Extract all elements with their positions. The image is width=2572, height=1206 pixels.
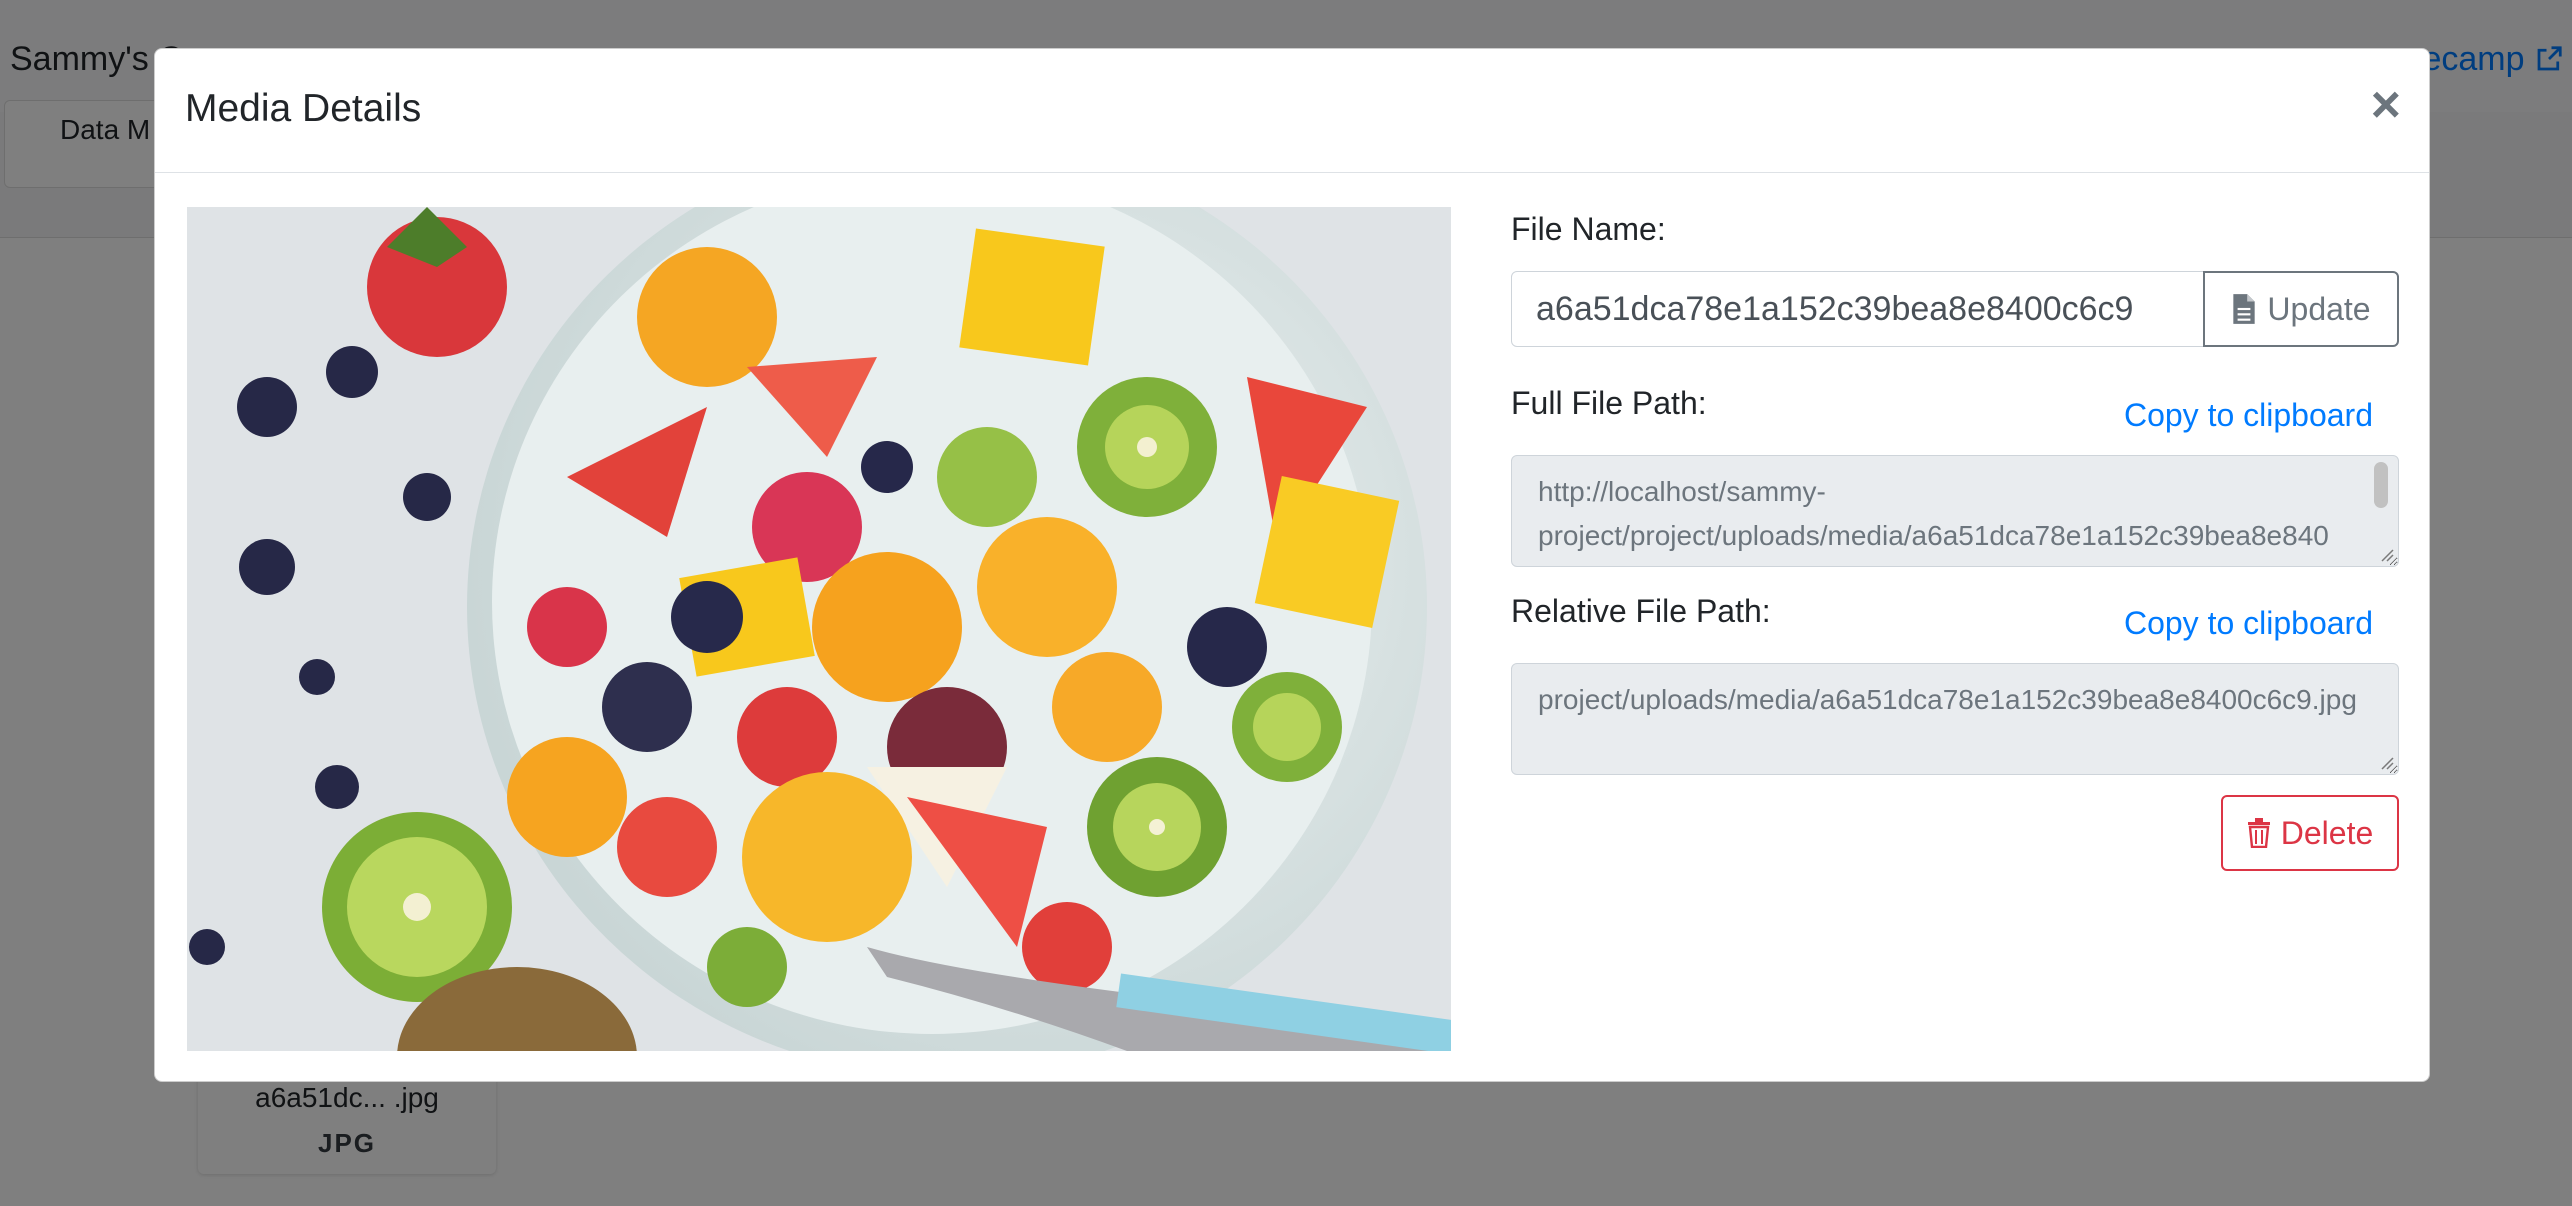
trash-icon <box>2247 818 2270 848</box>
delete-button[interactable]: Delete <box>2221 795 2399 871</box>
file-name-input[interactable] <box>1511 271 2205 347</box>
resize-grip-icon[interactable] <box>2380 756 2394 770</box>
relative-file-path-value: project/uploads/media/a6a51dca78e1a152c3… <box>1538 684 2357 715</box>
full-file-path-label: Full File Path: <box>1511 385 1707 421</box>
close-button[interactable]: × <box>2371 79 2401 131</box>
modal-title: Media Details <box>185 87 422 130</box>
file-icon <box>2233 294 2256 324</box>
update-button[interactable]: Update <box>2203 271 2399 347</box>
resize-grip-icon[interactable] <box>2380 548 2394 562</box>
modal-header: Media Details × <box>155 49 2429 173</box>
copy-relative-path-link[interactable]: Copy to clipboard <box>2124 605 2373 642</box>
media-preview-image <box>187 207 1451 1051</box>
full-file-path-textarea[interactable]: http://localhost/sammy- project/project/… <box>1511 455 2399 567</box>
file-name-label: File Name: <box>1511 211 1666 247</box>
media-details-modal: Media Details × File Name: a6a51dca78e1a… <box>154 48 2430 1082</box>
relative-file-path-textarea[interactable]: project/uploads/media/a6a51dca78e1a152c3… <box>1511 663 2399 775</box>
full-file-path-line-2: project/project/uploads/media/a6a51dca78… <box>1538 520 2329 551</box>
delete-button-label: Delete <box>2280 814 2374 851</box>
textarea-scrollbar[interactable] <box>2374 462 2388 508</box>
fruit-salad-illustration <box>187 207 1451 1051</box>
full-file-path-line-1: http://localhost/sammy- <box>1538 476 1826 507</box>
copy-full-path-link[interactable]: Copy to clipboard <box>2124 397 2373 434</box>
relative-file-path-label: Relative File Path: <box>1511 593 1771 629</box>
update-button-label: Update <box>2267 290 2371 327</box>
file-name-input-group: Update <box>1511 271 2399 347</box>
